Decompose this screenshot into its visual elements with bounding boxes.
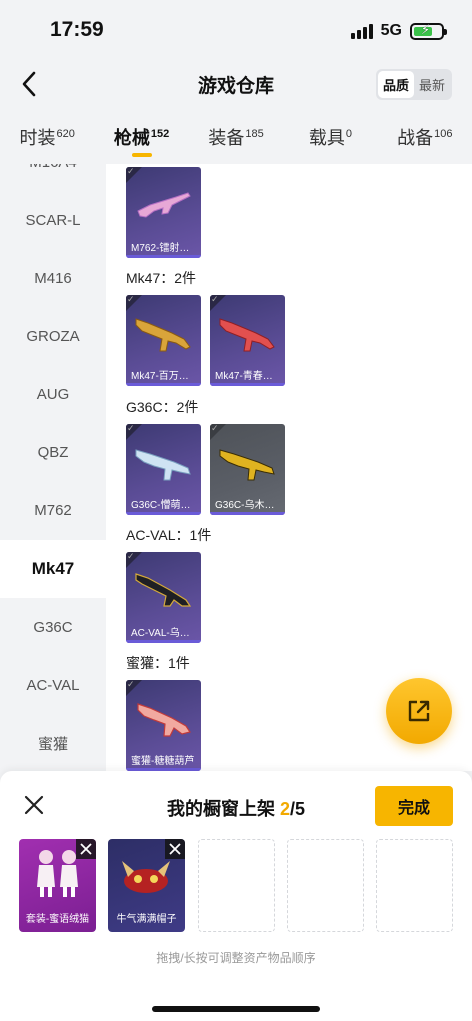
slot-label: 套装-蜜语绒猫 bbox=[25, 914, 90, 925]
rifle-icon bbox=[135, 573, 192, 607]
weapon-sidebar[interactable]: M16A4 SCAR-L M416 GROZA AUG QBZ M762 Mk4… bbox=[0, 164, 106, 771]
slot-label: 牛气满满帽子 bbox=[116, 914, 177, 925]
status-bar: 17:59 5G ⚡ bbox=[0, 0, 472, 62]
done-button[interactable]: 完成 bbox=[375, 786, 453, 826]
rifle-icon bbox=[137, 703, 191, 737]
status-indicators: 5G ⚡ bbox=[350, 22, 447, 40]
share-icon bbox=[408, 700, 430, 722]
showcase-count-current: 2 bbox=[279, 799, 290, 819]
sidebar-item-honey-badger[interactable]: 蜜獾 bbox=[0, 714, 106, 771]
rifle-icon bbox=[219, 318, 275, 352]
item-label: AC-VAL-乌… bbox=[131, 628, 190, 639]
tab-supplies[interactable]: 战备106 bbox=[378, 124, 472, 150]
item-label: G36C-懵萌… bbox=[131, 500, 191, 511]
tab-equipment[interactable]: 装备185 bbox=[189, 124, 283, 150]
showcase-slot[interactable]: 牛气满满帽子 bbox=[108, 839, 185, 932]
check-icon: ✓ bbox=[127, 167, 135, 176]
sidebar-item-aug[interactable]: AUG bbox=[0, 365, 106, 423]
tab-label: 枪械 bbox=[113, 128, 150, 148]
item-card[interactable]: ✓ 蜜獾-糖糖葫芦 bbox=[126, 680, 201, 771]
item-label: Mk47-青春… bbox=[215, 371, 273, 382]
tab-label: 战备 bbox=[397, 128, 434, 148]
check-icon: ✓ bbox=[127, 295, 135, 304]
item-label: 蜜獾-糖糖葫芦 bbox=[131, 756, 195, 767]
tab-guns[interactable]: 枪械152 bbox=[94, 124, 188, 157]
showcase-slot[interactable]: 套装-蜜语绒猫 bbox=[19, 839, 96, 932]
empty-showcase-slot[interactable] bbox=[287, 839, 364, 932]
showcase-sheet: 我的橱窗上架 2/5 完成 套装-蜜语绒猫 牛气满满帽子 拖拽/长按可调整资产物… bbox=[0, 771, 472, 1021]
tab-label: 时装 bbox=[19, 128, 56, 148]
rifle-icon bbox=[135, 318, 191, 352]
category-tabs: 时装620 枪械152 装备185 载具0 战备106 bbox=[0, 106, 472, 164]
item-card[interactable]: ✓ G36C-乌木… bbox=[210, 424, 285, 515]
item-label: G36C-乌木… bbox=[215, 500, 275, 511]
item-card[interactable]: ✓ M762-镭射… bbox=[126, 167, 201, 258]
tab-label: 装备 bbox=[208, 128, 245, 148]
sort-option-quality[interactable]: 品质 bbox=[377, 71, 414, 98]
sheet-title-text: 我的橱窗上架 bbox=[166, 799, 280, 819]
rifle-icon bbox=[219, 449, 275, 481]
tab-count: 0 bbox=[345, 128, 352, 140]
active-tab-underline bbox=[131, 153, 152, 157]
sort-toggle: 品质 最新 bbox=[375, 69, 452, 100]
tab-count: 185 bbox=[245, 128, 264, 140]
remove-slot-button[interactable] bbox=[165, 839, 185, 859]
remove-slot-button[interactable] bbox=[76, 839, 96, 859]
battery-icon: ⚡ bbox=[410, 22, 447, 40]
item-card[interactable]: ✓ G36C-懵萌… bbox=[126, 424, 201, 515]
item-label: M762-镭射… bbox=[131, 243, 190, 254]
check-icon: ✓ bbox=[127, 680, 135, 689]
sidebar-item-scar-l[interactable]: SCAR-L bbox=[0, 191, 106, 249]
sidebar-item-m416[interactable]: M416 bbox=[0, 249, 106, 307]
item-card[interactable]: ✓ Mk47-青春… bbox=[210, 295, 285, 386]
check-icon: ✓ bbox=[127, 552, 135, 561]
check-icon: ✓ bbox=[127, 424, 135, 433]
tab-fashion[interactable]: 时装620 bbox=[0, 124, 94, 150]
empty-showcase-slot[interactable] bbox=[198, 839, 275, 932]
item-card[interactable]: ✓ AC-VAL-乌… bbox=[126, 552, 201, 643]
tab-vehicles[interactable]: 载具0 bbox=[283, 124, 377, 150]
sidebar-item-mk47[interactable]: Mk47 bbox=[0, 540, 106, 598]
check-icon: ✓ bbox=[211, 295, 219, 304]
sidebar-item-groza[interactable]: GROZA bbox=[0, 307, 106, 365]
group-title-honey-badger: 蜜獾：1件 bbox=[126, 655, 190, 671]
group-title-mk47: Mk47：2件 bbox=[126, 270, 197, 286]
sidebar-item-qbz[interactable]: QBZ bbox=[0, 423, 106, 481]
item-label: Mk47-百万… bbox=[131, 371, 189, 382]
item-card[interactable]: ✓ Mk47-百万… bbox=[126, 295, 201, 386]
tab-label: 载具 bbox=[308, 128, 345, 148]
group-title-ac-val: AC-VAL：1件 bbox=[126, 527, 212, 543]
sidebar-item-m762[interactable]: M762 bbox=[0, 481, 106, 539]
group-title-g36c: G36C：2件 bbox=[126, 399, 199, 415]
check-icon: ✓ bbox=[211, 424, 219, 433]
showcase-count-total: /5 bbox=[290, 799, 306, 819]
home-indicator bbox=[152, 1006, 320, 1012]
content-area: M16A4 SCAR-L M416 GROZA AUG QBZ M762 Mk4… bbox=[0, 164, 472, 771]
close-icon bbox=[80, 843, 92, 855]
empty-showcase-slot[interactable] bbox=[376, 839, 453, 932]
share-button[interactable] bbox=[386, 678, 452, 744]
network-label: 5G bbox=[380, 22, 402, 39]
reorder-hint: 拖拽/长按可调整资产物品顺序 bbox=[156, 951, 316, 965]
status-time: 17:59 bbox=[50, 18, 104, 41]
sidebar-item-g36c[interactable]: G36C bbox=[0, 598, 106, 656]
rifle-icon bbox=[135, 449, 191, 481]
tab-count: 620 bbox=[56, 128, 75, 140]
sort-option-latest[interactable]: 最新 bbox=[414, 71, 450, 98]
tab-count: 106 bbox=[434, 128, 453, 140]
sidebar-item-m16a4[interactable]: M16A4 bbox=[0, 164, 106, 191]
signal-icon bbox=[350, 23, 373, 39]
nav-bar: 游戏仓库 品质 最新 bbox=[0, 62, 472, 106]
rifle-icon bbox=[137, 192, 191, 218]
sidebar-item-ac-val[interactable]: AC-VAL bbox=[0, 656, 106, 714]
close-icon bbox=[169, 843, 181, 855]
tab-count: 152 bbox=[150, 128, 170, 140]
